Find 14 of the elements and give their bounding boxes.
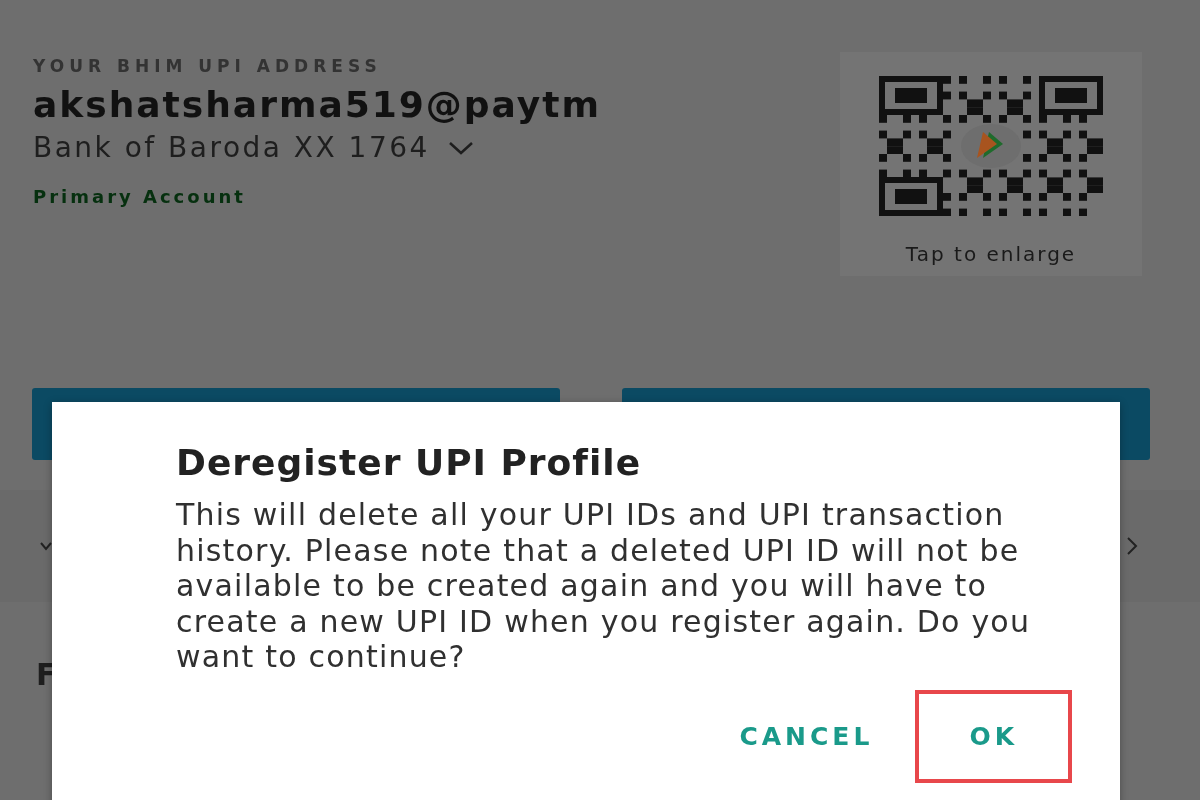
section-label: YOUR BHIM UPI ADDRESS <box>33 56 382 76</box>
qr-caption: Tap to enlarge <box>905 242 1077 266</box>
primary-account-tag: Primary Account <box>33 186 246 207</box>
dialog-button[interactable]: OK <box>969 721 1018 751</box>
chevron-right-icon <box>1126 536 1138 556</box>
bank-account: Bank of Baroda XX 1764 <box>33 131 430 164</box>
qr-code[interactable] <box>879 76 1103 216</box>
chevron-down-icon[interactable] <box>447 139 474 156</box>
qr-card[interactable]: Tap to enlarge <box>840 52 1142 276</box>
upi-address: akshatsharma519@paytm <box>33 84 601 125</box>
dialog-button[interactable]: CANCEL <box>739 721 874 751</box>
chevron-down-icon <box>40 541 52 551</box>
dialog-title: Deregister UPI Profile <box>176 442 643 483</box>
dialog-message: This will delete all your UPI IDs and UPI transaction history. Please note that a deleted UPI ID will not be available to be created again and you will have to create a new UPI ID when you register again. Do you want to continue? <box>176 497 1032 675</box>
